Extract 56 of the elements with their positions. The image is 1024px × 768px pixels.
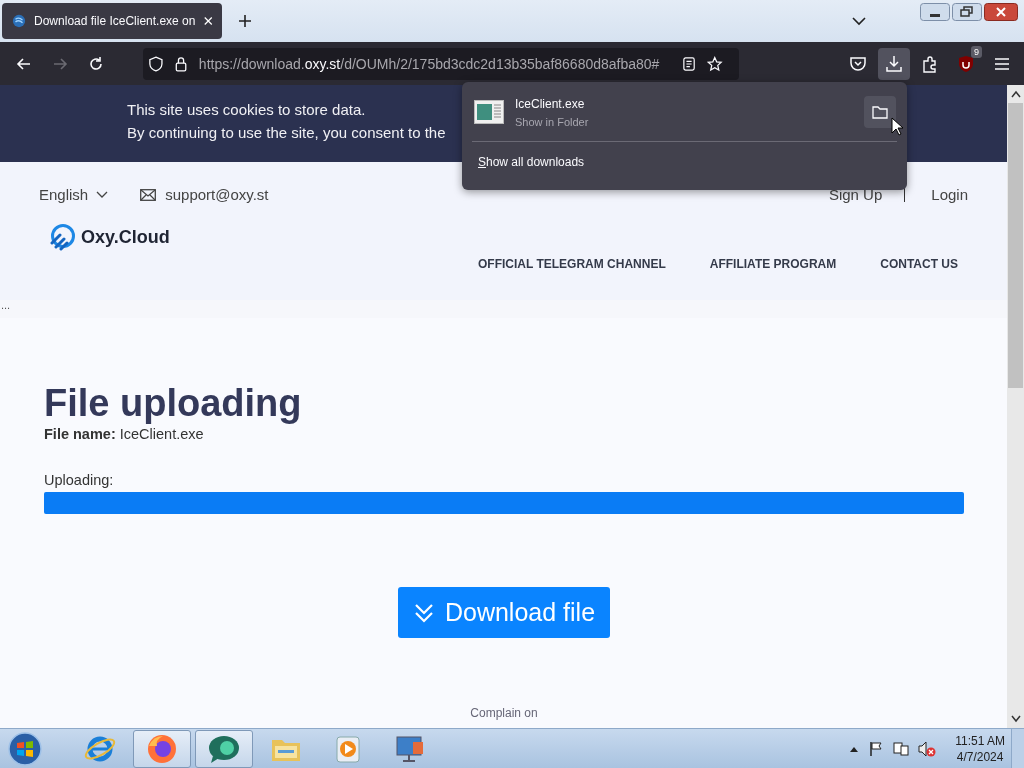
- show-in-folder-text: Show in Folder: [515, 115, 589, 128]
- folder-icon: [872, 105, 888, 119]
- clock[interactable]: 11:51 AM 4/7/2024: [955, 732, 1005, 765]
- network-icon[interactable]: [893, 740, 910, 757]
- scroll-down-icon[interactable]: [1010, 715, 1021, 723]
- pocket-icon[interactable]: [849, 54, 867, 73]
- speaker-muted-icon[interactable]: [918, 740, 937, 757]
- reload-icon[interactable]: [87, 54, 105, 73]
- footer-text: Complain on: [469, 706, 539, 720]
- restore-icon[interactable]: [952, 3, 982, 21]
- lock-icon: [174, 54, 187, 73]
- new-tab-icon[interactable]: [238, 14, 252, 28]
- logo-text: Oxy.Cloud: [81, 226, 170, 248]
- taskbar-button[interactable]: [133, 729, 191, 768]
- minimize-icon[interactable]: [920, 3, 950, 21]
- puzzle-icon[interactable]: [921, 54, 939, 73]
- reader-view-icon[interactable]: [683, 55, 696, 72]
- taskbar-button[interactable]: [195, 729, 253, 768]
- shield-icon: [149, 54, 163, 73]
- auth-link[interactable]: Login: [931, 186, 968, 203]
- download-icon[interactable]: [885, 54, 903, 73]
- flag-icon[interactable]: [868, 740, 885, 757]
- page-title: File uploading: [44, 382, 303, 424]
- auth-link[interactable]: Sign Up: [828, 186, 883, 203]
- banner-text: By continuing to use the site, you consent to the: [127, 124, 446, 141]
- file-name: IceClient.exe: [515, 96, 586, 111]
- count-badge: 9: [971, 45, 982, 58]
- progress-label: Uploading:: [44, 472, 115, 488]
- download-item[interactable]: IceClient.exe Show in Folder: [472, 96, 897, 128]
- banner-text: This site uses cookies to store data.: [127, 101, 366, 118]
- nav-link[interactable]: OFFICIAL TELEGRAM CHANNEL: [478, 257, 666, 271]
- site-icon: [12, 13, 27, 29]
- mail-icon: [140, 188, 157, 201]
- scroll-thumb[interactable]: [1008, 103, 1023, 388]
- download-button[interactable]: Download file: [397, 587, 611, 638]
- star-icon[interactable]: [707, 54, 723, 73]
- scrollbar[interactable]: [1007, 85, 1024, 728]
- chevron-double-down-icon: [412, 601, 435, 624]
- scroll-up-icon[interactable]: [1010, 90, 1021, 98]
- nav-link[interactable]: CONTACT US: [880, 257, 958, 271]
- folder-button[interactable]: [864, 96, 896, 128]
- chevron-down-icon: [96, 190, 109, 199]
- file-name-text: File name: IceClient.exe: [44, 426, 205, 442]
- show-all-downloads-link[interactable]: Show all downloads: [478, 155, 585, 169]
- email-link[interactable]: support@oxy.st: [165, 186, 269, 203]
- shield-icon[interactable]: [957, 54, 975, 73]
- close-icon[interactable]: [984, 3, 1018, 21]
- browser-tab[interactable]: Download file IceClient.exe on: [2, 3, 222, 39]
- file-icon: [474, 100, 504, 124]
- chevron-down-icon[interactable]: [852, 16, 866, 26]
- address-field[interactable]: https://download.oxy.st/d/OUMh/2/175bd3cdc2d13b35baf86680d8afba80#: [143, 47, 739, 80]
- language-selector[interactable]: English: [39, 186, 109, 203]
- logo-icon: [48, 223, 76, 251]
- nav-link[interactable]: AFFILIATE PROGRAM: [709, 257, 837, 271]
- start-button[interactable]: [7, 730, 43, 767]
- cursor-icon: [891, 117, 903, 136]
